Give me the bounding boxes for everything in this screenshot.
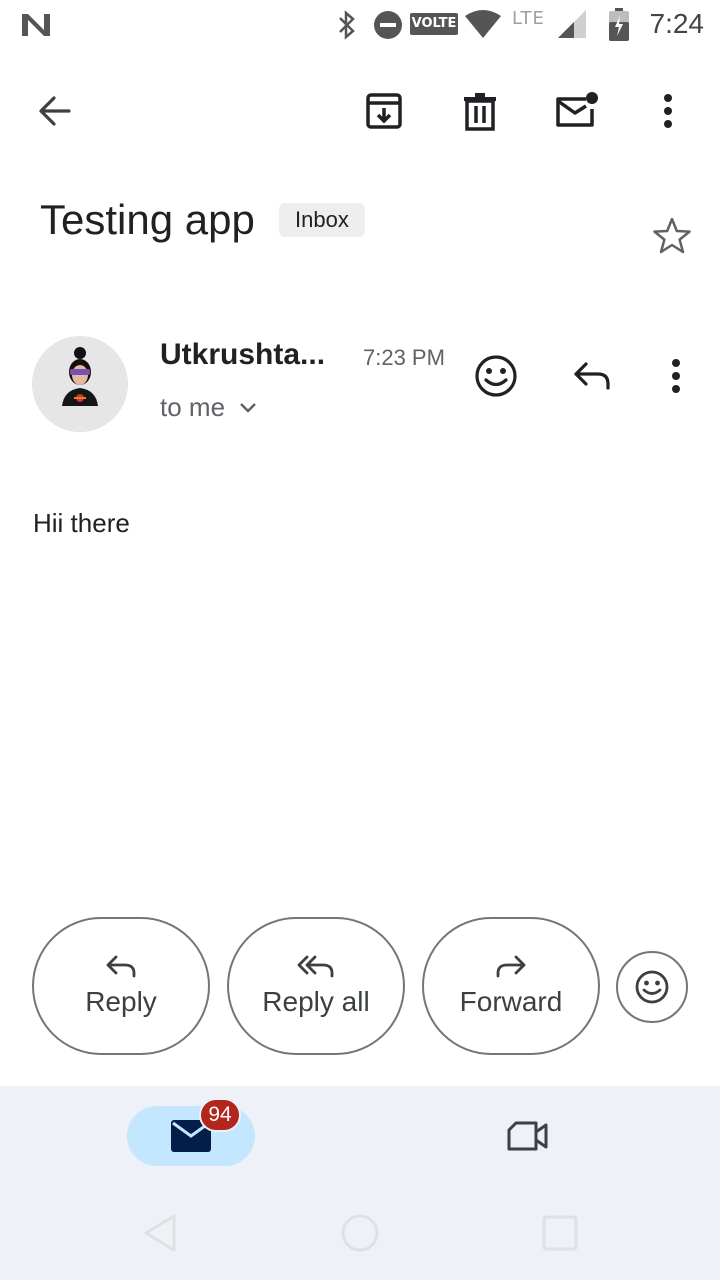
forward-button[interactable]: Forward — [422, 917, 600, 1055]
more-vert-icon — [670, 358, 682, 394]
reply-all-label: Reply all — [262, 986, 370, 1017]
react-emoji-button[interactable] — [616, 951, 688, 1023]
more-options-button[interactable] — [640, 83, 696, 139]
archive-icon — [364, 91, 404, 131]
n-notification-icon — [20, 12, 52, 38]
add-reaction-button[interactable] — [468, 348, 524, 404]
inbox-label-chip[interactable]: Inbox — [279, 203, 365, 237]
battery-icon — [608, 8, 630, 42]
system-recents-button[interactable] — [532, 1205, 588, 1261]
back-button[interactable] — [27, 83, 83, 139]
volte-indicator: VOLTE — [410, 13, 458, 35]
reply-icon — [572, 360, 612, 392]
video-call-icon — [506, 1120, 550, 1152]
home-circle-icon — [340, 1213, 380, 1253]
recents-square-icon — [542, 1215, 578, 1251]
mark-unread-icon — [554, 91, 598, 131]
chevron-down-icon — [239, 402, 257, 414]
email-time: 7:23 PM — [363, 345, 445, 370]
reply-icon-button[interactable] — [564, 348, 620, 404]
meet-tab[interactable] — [496, 1106, 560, 1166]
avatar[interactable] — [32, 336, 128, 432]
system-home-button[interactable] — [332, 1205, 388, 1261]
status-time: 7:24 — [649, 8, 705, 39]
star-icon — [652, 216, 692, 256]
unread-count-badge: 94 — [199, 1098, 241, 1132]
sender-name[interactable]: Utkrushta... — [160, 338, 325, 372]
signal-icon — [556, 8, 588, 40]
bluetooth-icon — [336, 10, 358, 40]
wifi-icon — [464, 10, 502, 40]
emoji-icon — [634, 969, 670, 1005]
reply-label: Reply — [85, 986, 157, 1017]
back-arrow-icon — [37, 93, 73, 129]
mark-unread-button[interactable] — [548, 83, 604, 139]
archive-button[interactable] — [356, 83, 412, 139]
forward-label: Forward — [459, 986, 563, 1017]
message-more-button[interactable] — [648, 348, 704, 404]
do-not-disturb-icon — [373, 10, 403, 40]
reply-icon — [105, 954, 137, 980]
star-button[interactable] — [644, 208, 700, 264]
network-type: LTE — [512, 8, 545, 29]
recipient-details-toggle[interactable]: to me — [160, 392, 257, 423]
system-back-button[interactable] — [132, 1205, 188, 1261]
delete-icon — [462, 91, 498, 131]
back-triangle-icon — [142, 1213, 178, 1253]
reply-button[interactable]: Reply — [32, 917, 210, 1055]
reply-all-button[interactable]: Reply all — [227, 917, 405, 1055]
email-subject: Testing app — [40, 196, 255, 243]
status-bar: VOLTE LTE 7:24 — [0, 0, 720, 50]
emoji-icon — [474, 354, 518, 398]
reply-all-icon — [297, 954, 335, 980]
forward-icon — [495, 954, 527, 980]
more-vert-icon — [662, 93, 674, 129]
email-body: Hii there — [33, 508, 130, 538]
delete-button[interactable] — [452, 83, 508, 139]
recipient-label: to me — [160, 392, 226, 422]
